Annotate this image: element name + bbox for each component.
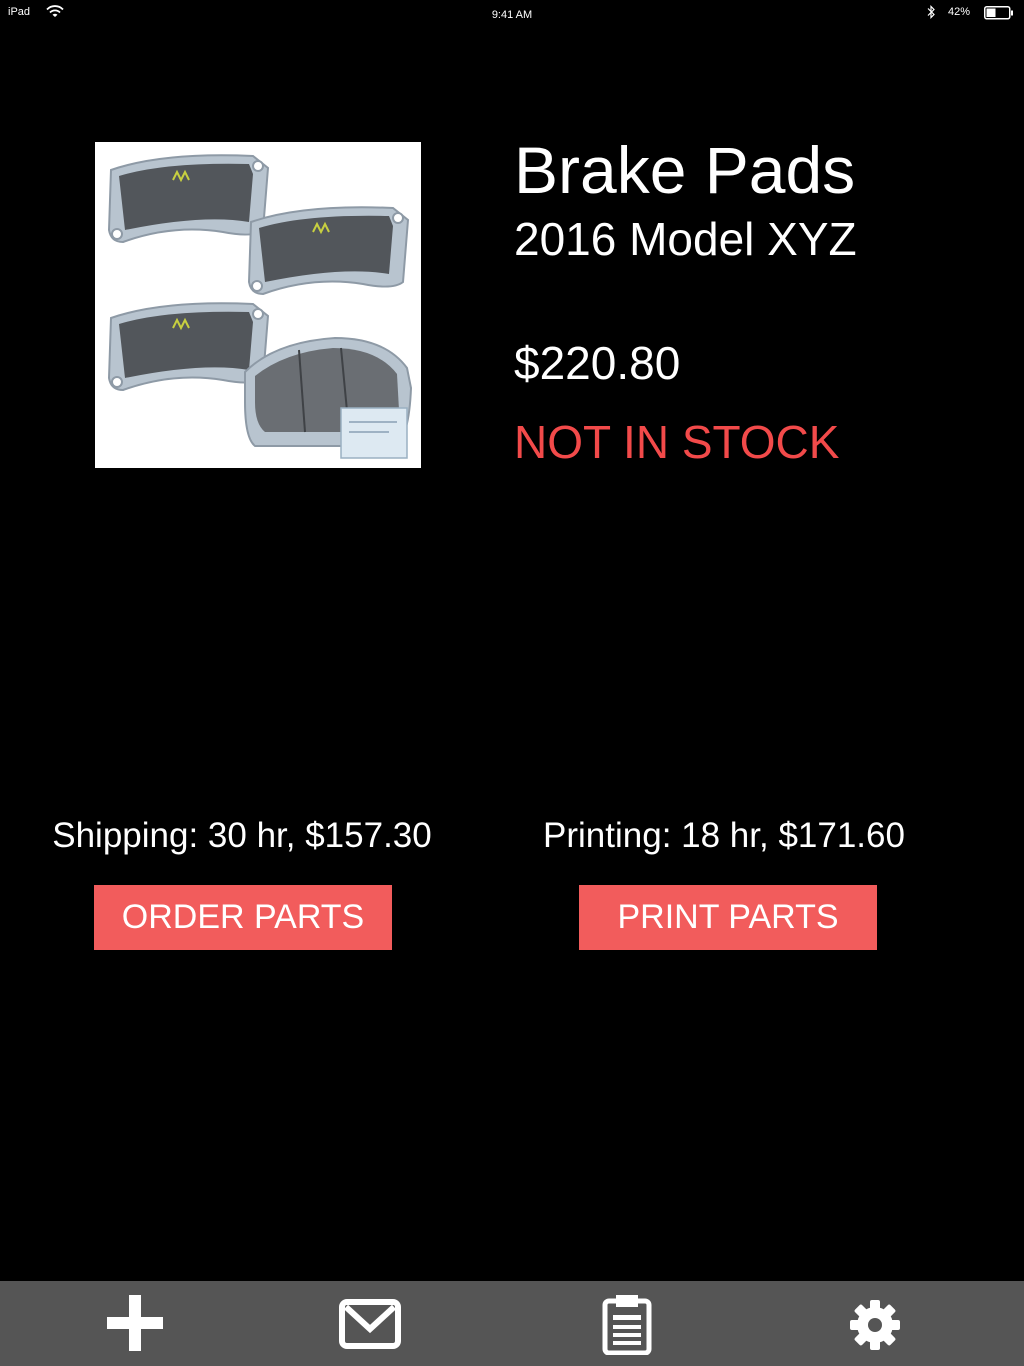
product-image bbox=[95, 142, 421, 468]
product-title: Brake Pads bbox=[514, 133, 856, 207]
gear-icon bbox=[850, 1300, 900, 1350]
tab-clipboard[interactable] bbox=[567, 1281, 687, 1366]
mail-icon bbox=[339, 1299, 401, 1349]
tab-settings[interactable] bbox=[815, 1281, 935, 1366]
print-parts-button[interactable]: PRINT PARTS bbox=[579, 885, 877, 950]
order-parts-button[interactable]: ORDER PARTS bbox=[94, 885, 392, 950]
tab-mail[interactable] bbox=[309, 1281, 429, 1366]
printing-info: Printing: 18 hr, $171.60 bbox=[543, 816, 905, 855]
product-model: 2016 Model XYZ bbox=[514, 213, 857, 265]
status-bar: iPad 9:41 AM 42% bbox=[0, 0, 1024, 28]
battery-percent: 42% bbox=[948, 6, 971, 18]
shipping-info: Shipping: 30 hr, $157.30 bbox=[52, 816, 432, 855]
plus-icon bbox=[107, 1295, 163, 1351]
stock-status: NOT IN STOCK bbox=[514, 416, 840, 468]
product-price: $220.80 bbox=[514, 337, 681, 389]
clipboard-icon bbox=[602, 1295, 652, 1355]
tab-add[interactable] bbox=[75, 1281, 195, 1366]
tab-bar bbox=[0, 1281, 1024, 1366]
battery-icon bbox=[984, 6, 1014, 23]
bluetooth-icon bbox=[926, 5, 936, 22]
clock-time: 9:41 AM bbox=[491, 9, 533, 21]
